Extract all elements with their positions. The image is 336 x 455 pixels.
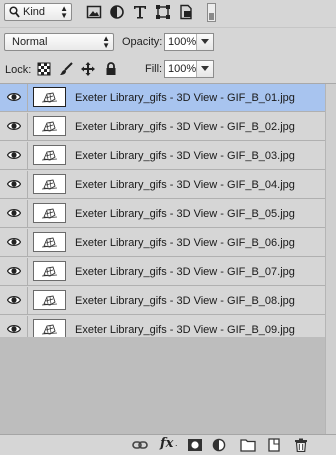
eye-icon (7, 238, 21, 246)
layer-thumbnail[interactable] (33, 145, 66, 165)
layer-name: Exeter Library_gifs - 3D View - GIF_B_02… (75, 121, 295, 133)
layer-row[interactable]: Exeter Library_gifs - 3D View - GIF_B_02… (0, 113, 336, 141)
layer-name: Exeter Library_gifs - 3D View - GIF_B_04… (75, 179, 295, 191)
lock-transparent-pixels-icon[interactable] (37, 62, 51, 76)
eye-icon (7, 296, 21, 304)
layer-visibility-toggle[interactable] (0, 171, 28, 198)
filter-kind-label: Kind (23, 6, 46, 18)
filter-toggle-switch[interactable] (207, 3, 216, 22)
blend-mode-select[interactable]: Normal ▲ ▼ (4, 33, 114, 51)
shape-layer-filter-icon[interactable] (155, 4, 171, 20)
fill-dropdown-button[interactable] (196, 61, 213, 77)
layer-thumbnail[interactable] (33, 261, 66, 281)
layer-thumbnail[interactable] (33, 87, 66, 107)
search-icon (9, 6, 20, 18)
layer-visibility-toggle[interactable] (0, 142, 28, 169)
layer-row[interactable]: Exeter Library_gifs - 3D View - GIF_B_08… (0, 287, 336, 315)
lock-image-pixels-icon[interactable] (59, 62, 73, 76)
filter-kind-select[interactable]: Kind ▲ ▼ (4, 3, 72, 21)
layer-list-scrollbar[interactable] (325, 84, 336, 434)
layer-visibility-toggle[interactable] (0, 113, 28, 140)
layer-row[interactable]: Exeter Library_gifs - 3D View - GIF_B_04… (0, 171, 336, 199)
layer-row[interactable]: Exeter Library_gifs - 3D View - GIF_B_06… (0, 229, 336, 257)
adjustment-layer-icon[interactable] (212, 438, 228, 452)
fx-menu-dot: . (175, 438, 178, 448)
opacity-field[interactable]: 100% (164, 33, 214, 51)
building-sketch-icon (41, 179, 58, 190)
building-sketch-icon (41, 295, 58, 306)
layer-visibility-toggle[interactable] (0, 287, 28, 314)
layer-visibility-toggle[interactable] (0, 200, 28, 227)
layer-name: Exeter Library_gifs - 3D View - GIF_B_06… (75, 237, 295, 249)
layer-thumbnail[interactable] (33, 174, 66, 194)
eye-icon (7, 93, 21, 101)
layer-thumbnail[interactable] (33, 232, 66, 252)
layer-list-empty-area[interactable] (0, 337, 336, 434)
layer-thumbnail[interactable] (33, 116, 66, 136)
opacity-dropdown-button[interactable] (196, 34, 213, 50)
smart-object-filter-icon[interactable] (178, 4, 194, 20)
building-sketch-icon (41, 266, 58, 277)
layer-row[interactable]: Exeter Library_gifs - 3D View - GIF_B_03… (0, 142, 336, 170)
building-sketch-icon (41, 92, 58, 103)
building-sketch-icon (41, 324, 58, 335)
updown-arrows-icon: ▲ ▼ (60, 4, 68, 20)
new-group-icon[interactable] (240, 438, 256, 452)
layers-bottom-toolbar: fx . (0, 434, 336, 455)
layer-thumbnail[interactable] (33, 203, 66, 223)
building-sketch-icon (41, 150, 58, 161)
chevron-down-icon (201, 66, 209, 71)
layer-thumbnail[interactable] (33, 290, 66, 310)
adjustment-layer-filter-icon[interactable] (109, 4, 125, 20)
blend-mode-bar: Normal ▲ ▼ Opacity: 100% (0, 27, 336, 56)
layer-visibility-toggle[interactable] (0, 258, 28, 285)
layer-row[interactable]: Exeter Library_gifs - 3D View - GIF_B_07… (0, 258, 336, 286)
building-sketch-icon (41, 208, 58, 219)
type-layer-filter-icon[interactable] (132, 4, 148, 20)
chevron-down-icon (201, 39, 209, 44)
building-sketch-icon (41, 121, 58, 132)
link-layers-icon[interactable] (132, 438, 148, 452)
layer-visibility-toggle[interactable] (0, 84, 28, 111)
fx-icon[interactable]: fx (160, 436, 173, 451)
eye-icon (7, 267, 21, 275)
opacity-value: 100% (168, 36, 197, 48)
add-mask-icon[interactable] (187, 438, 203, 452)
updown-arrows-icon: ▲ ▼ (102, 34, 110, 50)
layer-list: Exeter Library_gifs - 3D View - GIF_B_01… (0, 84, 336, 344)
layer-name: Exeter Library_gifs - 3D View - GIF_B_08… (75, 295, 295, 307)
eye-icon (7, 122, 21, 130)
lock-bar: Lock: Fill: 100% (0, 56, 336, 84)
blend-mode-value: Normal (12, 36, 48, 48)
layer-row[interactable]: Exeter Library_gifs - 3D View - GIF_B_05… (0, 200, 336, 228)
fill-field[interactable]: 100% (164, 60, 214, 78)
eye-icon (7, 180, 21, 188)
layer-name: Exeter Library_gifs - 3D View - GIF_B_07… (75, 266, 295, 278)
eye-icon (7, 209, 21, 217)
layer-name: Exeter Library_gifs - 3D View - GIF_B_01… (75, 92, 295, 104)
layer-name: Exeter Library_gifs - 3D View - GIF_B_09… (75, 324, 295, 336)
new-layer-icon[interactable] (266, 438, 282, 452)
layer-name: Exeter Library_gifs - 3D View - GIF_B_03… (75, 150, 295, 162)
eye-icon (7, 325, 21, 333)
layer-thumbnail[interactable] (33, 319, 66, 339)
eye-icon (7, 151, 21, 159)
delete-layer-icon[interactable] (293, 438, 309, 452)
fill-value: 100% (168, 63, 197, 75)
layer-filter-bar: Kind ▲ ▼ (0, 0, 336, 26)
opacity-label: Opacity: (122, 36, 163, 48)
lock-position-icon[interactable] (81, 62, 95, 76)
pixel-layer-filter-icon[interactable] (86, 4, 102, 20)
lock-all-icon[interactable] (104, 62, 118, 76)
layer-row[interactable]: Exeter Library_gifs - 3D View - GIF_B_01… (0, 84, 336, 112)
layers-panel: Kind ▲ ▼ Normal ▲ ▼ Opacity: 100% Lock: … (0, 0, 336, 455)
lock-label: Lock: (5, 64, 32, 76)
fill-label: Fill: (145, 63, 163, 75)
building-sketch-icon (41, 237, 58, 248)
layer-visibility-toggle[interactable] (0, 229, 28, 256)
layer-name: Exeter Library_gifs - 3D View - GIF_B_05… (75, 208, 295, 220)
